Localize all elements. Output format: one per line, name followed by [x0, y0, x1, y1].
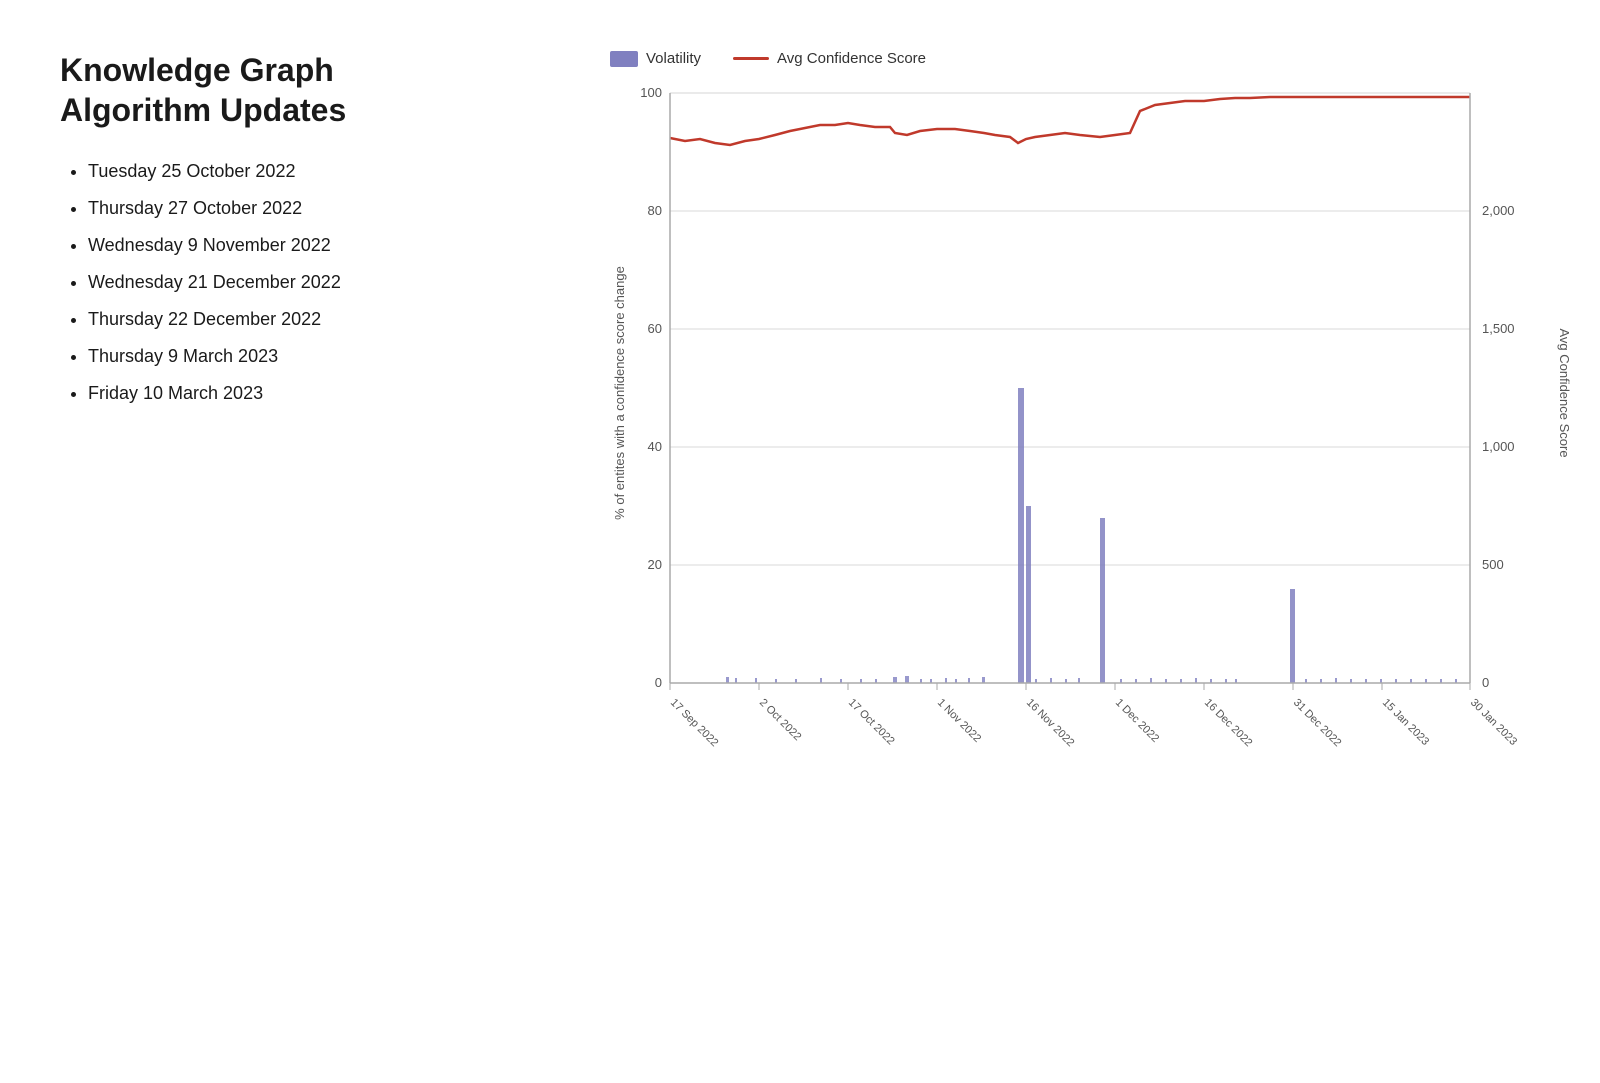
confidence-line — [733, 57, 769, 60]
svg-text:31 Dec 2022: 31 Dec 2022 — [1291, 697, 1344, 750]
update-list: Tuesday 25 October 2022 Thursday 27 Octo… — [60, 158, 520, 407]
svg-text:60: 60 — [648, 321, 662, 336]
list-item: Thursday 27 October 2022 — [88, 195, 520, 222]
list-item: Wednesday 9 November 2022 — [88, 232, 520, 259]
svg-text:15 Jan 2023: 15 Jan 2023 — [1380, 697, 1431, 748]
list-item: Wednesday 21 December 2022 — [88, 269, 520, 296]
svg-text:0: 0 — [655, 675, 662, 690]
svg-text:1 Dec 2022: 1 Dec 2022 — [1113, 697, 1161, 745]
legend: Volatility Avg Confidence Score — [610, 50, 1600, 67]
svg-text:40: 40 — [648, 439, 662, 454]
list-item: Tuesday 25 October 2022 — [88, 158, 520, 185]
svg-text:1,500: 1,500 — [1482, 321, 1515, 336]
left-panel: Knowledge GraphAlgorithm Updates Tuesday… — [60, 40, 520, 417]
svg-text:% of entites with a confidence: % of entites with a confidence score cha… — [612, 266, 627, 520]
list-item: Thursday 22 December 2022 — [88, 306, 520, 333]
svg-text:500: 500 — [1482, 557, 1504, 572]
svg-text:100: 100 — [640, 85, 662, 100]
svg-text:30 Jan 2023: 30 Jan 2023 — [1468, 697, 1519, 748]
svg-text:Avg Confidence Score: Avg Confidence Score — [1557, 328, 1570, 457]
confidence-legend: Avg Confidence Score — [733, 50, 926, 67]
svg-text:0: 0 — [1482, 675, 1489, 690]
confidence-label: Avg Confidence Score — [777, 50, 926, 67]
svg-text:1 Nov 2022: 1 Nov 2022 — [935, 697, 983, 745]
chart-area: Volatility Avg Confidence Score — [520, 40, 1600, 783]
svg-text:2,000: 2,000 — [1482, 203, 1515, 218]
svg-text:2 Oct 2022: 2 Oct 2022 — [757, 697, 804, 744]
svg-text:16 Dec 2022: 16 Dec 2022 — [1202, 697, 1255, 750]
svg-text:20: 20 — [648, 557, 662, 572]
svg-text:17 Sep 2022: 17 Sep 2022 — [668, 697, 721, 750]
volatility-legend: Volatility — [610, 50, 701, 67]
svg-text:16 Nov 2022: 16 Nov 2022 — [1024, 697, 1077, 750]
svg-text:1,000: 1,000 — [1482, 439, 1515, 454]
list-item: Thursday 9 March 2023 — [88, 343, 520, 370]
svg-text:80: 80 — [648, 203, 662, 218]
svg-text:17 Oct 2022: 17 Oct 2022 — [846, 697, 897, 748]
volatility-label: Volatility — [646, 50, 701, 67]
list-item: Friday 10 March 2023 — [88, 380, 520, 407]
volatility-color-box — [610, 51, 638, 67]
main-chart: 0 20 40 60 80 100 0 500 1,000 1,500 2,00… — [610, 83, 1570, 783]
chart-wrapper: 0 20 40 60 80 100 0 500 1,000 1,500 2,00… — [610, 83, 1570, 783]
page-title: Knowledge GraphAlgorithm Updates — [60, 50, 520, 130]
